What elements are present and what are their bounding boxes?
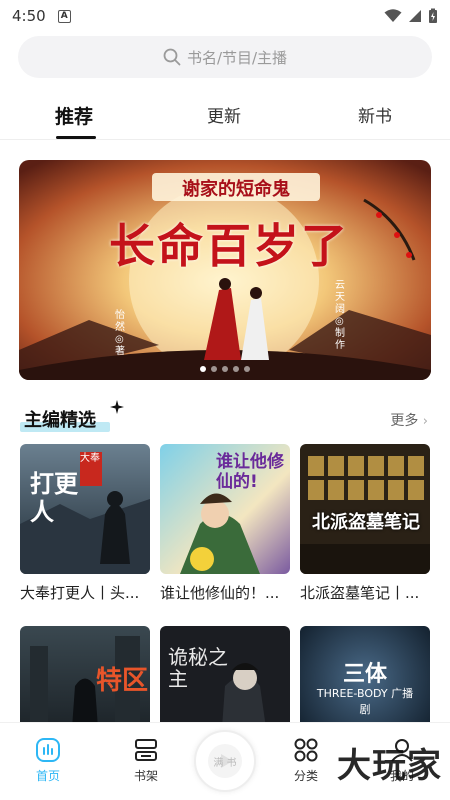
search-icon: [163, 48, 181, 66]
section-title: 主编精选: [24, 410, 96, 431]
center-play-label: 满 书: [213, 758, 237, 769]
bookshelf-icon: [116, 737, 176, 763]
banner-dot[interactable]: [233, 366, 239, 372]
sparkle-icon: [110, 400, 124, 414]
book-title: 大奉打更人丨头...: [20, 584, 140, 602]
banner-subtitle: 谢家的短命鬼: [182, 179, 290, 200]
book-cover-text: 北派盗墓笔记: [312, 512, 420, 533]
banner-author-right: 云天阔◎制作: [335, 280, 345, 351]
book-cover-tag: 大奉: [80, 453, 100, 464]
center-play-button[interactable]: 满 书: [194, 730, 256, 792]
book-cover-text: 诡秘之主: [168, 645, 228, 691]
watermark: 大玩家: [337, 746, 442, 786]
more-label: 更多: [390, 413, 419, 429]
notification-icon: A: [57, 9, 71, 23]
wifi-icon: [384, 9, 402, 22]
tabbar-shelf[interactable]: 书架: [116, 737, 176, 784]
tabbar-category[interactable]: 分类: [276, 737, 336, 784]
book-title: 北派盗墓笔记丨...: [300, 584, 420, 602]
book-cover-text: 打更人: [30, 469, 78, 526]
more-link[interactable]: 更多 ›: [390, 410, 428, 430]
chevron-right-icon: ›: [422, 414, 428, 429]
book-title: 谁让他修仙的！...: [160, 584, 280, 602]
book-cover-tag: THREE-BODY 广播剧: [316, 687, 414, 716]
top-tabs: 推荐 更新 新书: [0, 96, 450, 140]
banner-author-left: 怡然◎著: [115, 310, 125, 357]
status-bar: 4:50 A: [0, 0, 450, 32]
book-cover-text: 谁让他修仙的!: [216, 452, 284, 492]
tabbar-home[interactable]: 首页: [18, 737, 78, 784]
home-icon: [18, 737, 78, 763]
search-placeholder: 书名/节目/主播: [186, 48, 288, 67]
banner-title: 长命百岁了: [109, 219, 349, 273]
search-bar[interactable]: 书名/节目/主播: [18, 36, 432, 78]
tabbar-shelf-label: 书架: [133, 769, 158, 783]
status-icons: [384, 8, 438, 24]
status-time: 4:50: [12, 7, 46, 25]
book-cover-text: 三体: [342, 662, 387, 687]
banner-pagination: [19, 366, 431, 372]
tab-new-books[interactable]: 新书: [358, 102, 392, 127]
tabbar-home-label: 首页: [35, 769, 60, 783]
tab-updates[interactable]: 更新: [207, 102, 241, 127]
tabbar-category-label: 分类: [293, 769, 318, 783]
section-header: 主编精选 更多 ›: [0, 400, 450, 440]
banner-carousel[interactable]: 谢家的短命鬼 长命百岁了 怡然◎著 云天阔◎制作: [19, 160, 431, 380]
banner-dot[interactable]: [222, 366, 228, 372]
banner-dot[interactable]: [200, 366, 206, 372]
tab-recommend[interactable]: 推荐: [55, 102, 93, 129]
banner-dot[interactable]: [211, 366, 217, 372]
book-cover-text: 特区: [96, 666, 149, 696]
tab-underline: [56, 136, 96, 139]
signal-icon: [409, 10, 421, 22]
battery-icon: [429, 8, 437, 23]
category-icon: [276, 737, 336, 763]
banner-dot[interactable]: [244, 366, 250, 372]
